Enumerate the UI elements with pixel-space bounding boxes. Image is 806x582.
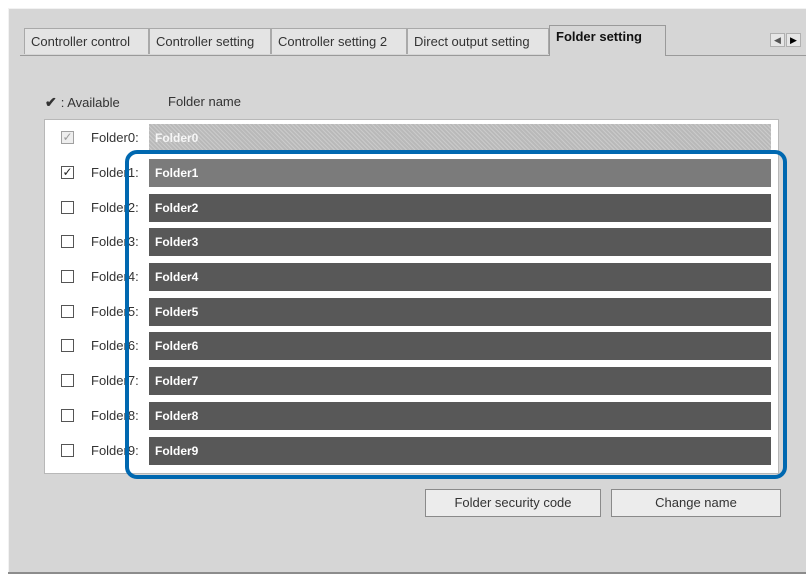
available-checkbox[interactable] — [61, 374, 74, 387]
available-column-header: ✔: Available — [45, 93, 120, 111]
available-label: : Available — [60, 95, 120, 110]
folder-list: ✓ Folder0: Folder0 ✓ Folder1: Folder1 Folder2:… — [44, 119, 779, 474]
available-checkbox[interactable] — [61, 235, 74, 248]
folder-name-field[interactable]: Folder4 — [149, 263, 771, 291]
available-checkbox[interactable] — [61, 270, 74, 283]
folder-name-field[interactable]: Folder5 — [149, 298, 771, 326]
folder-name-column-header: Folder name — [168, 94, 241, 109]
folder-name-field[interactable]: Folder9 — [149, 437, 771, 465]
folder-name-field[interactable]: Folder1 — [149, 159, 771, 187]
scroll-left-icon[interactable]: ◀ — [770, 33, 785, 47]
folder-label: Folder3: — [91, 234, 139, 249]
tab-controller-setting-2[interactable]: Controller setting 2 — [271, 28, 407, 54]
folder-name-field: Folder0 — [149, 124, 771, 152]
folder-label: Folder4: — [91, 269, 139, 284]
folder-label: Folder5: — [91, 304, 139, 319]
folder-row: Folder5: Folder5 — [45, 298, 778, 326]
folder-row: ✓ Folder1: Folder1 — [45, 159, 778, 187]
folder-row: Folder7: Folder7 — [45, 367, 778, 395]
folder-row: ✓ Folder0: Folder0 — [45, 124, 778, 152]
window-bottom-edge — [8, 572, 806, 574]
scroll-right-icon[interactable]: ▶ — [786, 33, 801, 47]
folder-label: Folder2: — [91, 200, 139, 215]
folder-name-field[interactable]: Folder7 — [149, 367, 771, 395]
available-checkbox[interactable] — [61, 201, 74, 214]
folder-row: Folder4: Folder4 — [45, 263, 778, 291]
folder-row: Folder2: Folder2 — [45, 194, 778, 222]
available-checkbox[interactable] — [61, 409, 74, 422]
tab-folder-setting[interactable]: Folder setting — [549, 25, 666, 56]
folder-name-field[interactable]: Folder8 — [149, 402, 771, 430]
folder-label: Folder1: — [91, 165, 139, 180]
folder-row: Folder8: Folder8 — [45, 402, 778, 430]
tab-direct-output-setting[interactable]: Direct output setting — [407, 28, 549, 54]
available-checkbox[interactable] — [61, 444, 74, 457]
folder-label: Folder9: — [91, 443, 139, 458]
tab-controller-control[interactable]: Controller control — [24, 28, 149, 54]
folder-label: Folder8: — [91, 408, 139, 423]
checkmark-icon: ✔ — [45, 94, 57, 110]
change-name-button[interactable]: Change name — [611, 489, 781, 517]
folder-name-field[interactable]: Folder2 — [149, 194, 771, 222]
folder-label: Folder7: — [91, 373, 139, 388]
available-checkbox[interactable] — [61, 305, 74, 318]
folder-name-field[interactable]: Folder3 — [149, 228, 771, 256]
folder-security-code-button[interactable]: Folder security code — [425, 489, 601, 517]
available-checkbox: ✓ — [61, 130, 74, 144]
folder-label: Folder6: — [91, 338, 139, 353]
folder-label: Folder0: — [91, 130, 139, 145]
folder-name-field[interactable]: Folder6 — [149, 332, 771, 360]
folder-row: Folder3: Folder3 — [45, 228, 778, 256]
folder-row: Folder6: Folder6 — [45, 332, 778, 360]
tab-scroll-controls: ◀ ▶ — [770, 33, 801, 47]
available-checkbox[interactable]: ✓ — [61, 166, 74, 179]
folder-row: Folder9: Folder9 — [45, 437, 778, 465]
available-checkbox[interactable] — [61, 339, 74, 352]
tab-controller-setting[interactable]: Controller setting — [149, 28, 271, 54]
